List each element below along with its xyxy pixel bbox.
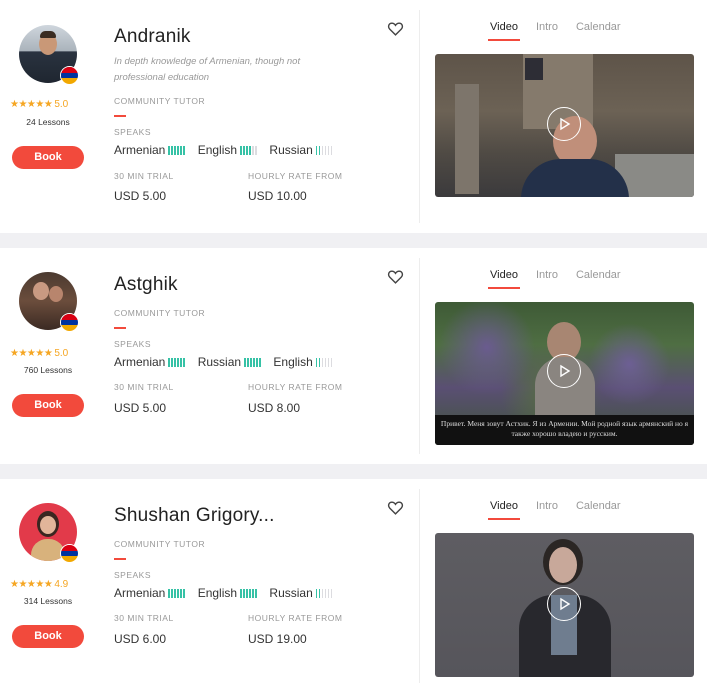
level-bars-icon (315, 589, 334, 599)
lessons-count: 760 Lessons (23, 365, 73, 375)
tutor-card: ★★★★★ 5.0 24 Lessons Book Andranik In dep… (0, 0, 707, 233)
native-level-icon (168, 589, 186, 599)
play-icon[interactable] (547, 587, 581, 621)
tab-video[interactable]: Video (488, 21, 520, 41)
language-item: Russian (269, 586, 333, 600)
card-divider (419, 258, 420, 454)
lessons-count: 24 Lessons (26, 117, 70, 127)
tab-video[interactable]: Video (488, 269, 520, 289)
language-list: Armenian English Russian (114, 143, 342, 157)
tutor-name[interactable]: Astghik (114, 274, 178, 296)
armenia-flag-icon (60, 313, 79, 332)
language-item: English (273, 355, 333, 369)
play-icon[interactable] (547, 107, 581, 141)
tab-video[interactable]: Video (488, 500, 520, 520)
tutor-name[interactable]: Andranik (114, 26, 191, 48)
card-divider (419, 10, 420, 223)
tutor-role: COMMUNITY TUTOR (114, 539, 206, 549)
tutor-avatar[interactable] (19, 272, 79, 332)
language-list: Armenian Russian English (114, 355, 342, 369)
tutor-name[interactable]: Shushan Grigory... (114, 505, 275, 527)
hourly-price: USD 10.00 (248, 189, 307, 203)
language-item: Armenian (114, 143, 186, 157)
language-item: Armenian (114, 355, 186, 369)
trial-label: 30 MIN TRIAL (114, 171, 174, 181)
card-divider (419, 489, 420, 683)
star-rating-icon: ★★★★★ (10, 348, 53, 359)
tab-calendar[interactable]: Calendar (576, 500, 621, 520)
tutor-description: In depth knowledge of Armenian, though n… (114, 56, 301, 83)
book-button[interactable]: Book (12, 394, 84, 417)
video-caption: Привет. Меня зовут Астхик. Я из Армении.… (435, 415, 694, 445)
trial-label: 30 MIN TRIAL (114, 382, 174, 392)
intro-video[interactable] (435, 54, 694, 197)
media-tabs: Video Intro Calendar (488, 269, 639, 289)
hourly-price: USD 19.00 (248, 632, 307, 646)
favorite-heart-icon[interactable] (387, 20, 404, 37)
trial-label: 30 MIN TRIAL (114, 613, 174, 623)
rating: ★★★★★ 4.9 (10, 579, 69, 590)
favorite-heart-icon[interactable] (387, 499, 404, 516)
native-level-icon (168, 146, 186, 156)
tutor-card: ★★★★★ 4.9 314 Lessons Book Shushan Grigor… (0, 479, 707, 693)
book-button[interactable]: Book (12, 625, 84, 648)
trial-price: USD 5.00 (114, 189, 167, 203)
level-bars-icon (244, 358, 262, 368)
armenia-flag-icon (60, 66, 79, 85)
level-bars-icon (240, 146, 258, 156)
star-rating-icon: ★★★★★ (10, 579, 53, 590)
lessons-count: 314 Lessons (23, 596, 73, 606)
hourly-price: USD 8.00 (248, 401, 301, 415)
speaks-label: SPEAKS (114, 570, 152, 580)
tab-intro[interactable]: Intro (536, 500, 558, 520)
favorite-heart-icon[interactable] (387, 268, 404, 285)
rating: ★★★★★ 5.0 (10, 348, 69, 359)
intro-video[interactable]: Привет. Меня зовут Астхик. Я из Армении.… (435, 302, 694, 445)
star-rating-icon: ★★★★★ (10, 99, 53, 110)
tab-intro[interactable]: Intro (536, 21, 558, 41)
language-item: English (198, 143, 258, 157)
media-tabs: Video Intro Calendar (488, 21, 639, 41)
language-item: Armenian (114, 586, 186, 600)
native-level-icon (168, 358, 186, 368)
language-item: English (198, 586, 258, 600)
trial-price: USD 5.00 (114, 401, 167, 415)
language-item: Russian (269, 143, 333, 157)
book-button[interactable]: Book (12, 146, 84, 169)
tab-calendar[interactable]: Calendar (576, 21, 621, 41)
tutor-role: COMMUNITY TUTOR (114, 308, 206, 318)
level-bars-icon (315, 358, 334, 368)
speaks-label: SPEAKS (114, 339, 152, 349)
role-underline (114, 115, 126, 117)
tutor-avatar[interactable] (19, 503, 79, 563)
role-underline (114, 327, 126, 329)
tutor-card: ★★★★★ 5.0 760 Lessons Book Astghik COMMUN… (0, 248, 707, 464)
hourly-rate-label: HOURLY RATE FROM (248, 382, 343, 392)
media-tabs: Video Intro Calendar (488, 500, 639, 520)
tab-intro[interactable]: Intro (536, 269, 558, 289)
language-list: Armenian English Russian (114, 586, 342, 600)
role-underline (114, 558, 126, 560)
play-icon[interactable] (547, 354, 581, 388)
language-item: Russian (198, 355, 262, 369)
hourly-rate-label: HOURLY RATE FROM (248, 171, 343, 181)
tab-calendar[interactable]: Calendar (576, 269, 621, 289)
tutor-avatar[interactable] (19, 25, 79, 85)
rating: ★★★★★ 5.0 (10, 99, 69, 110)
trial-price: USD 6.00 (114, 632, 167, 646)
level-bars-icon (315, 146, 334, 156)
intro-video[interactable] (435, 533, 694, 677)
tutor-role: COMMUNITY TUTOR (114, 96, 206, 106)
speaks-label: SPEAKS (114, 127, 152, 137)
armenia-flag-icon (60, 544, 79, 563)
level-bars-icon (240, 589, 258, 599)
hourly-rate-label: HOURLY RATE FROM (248, 613, 343, 623)
